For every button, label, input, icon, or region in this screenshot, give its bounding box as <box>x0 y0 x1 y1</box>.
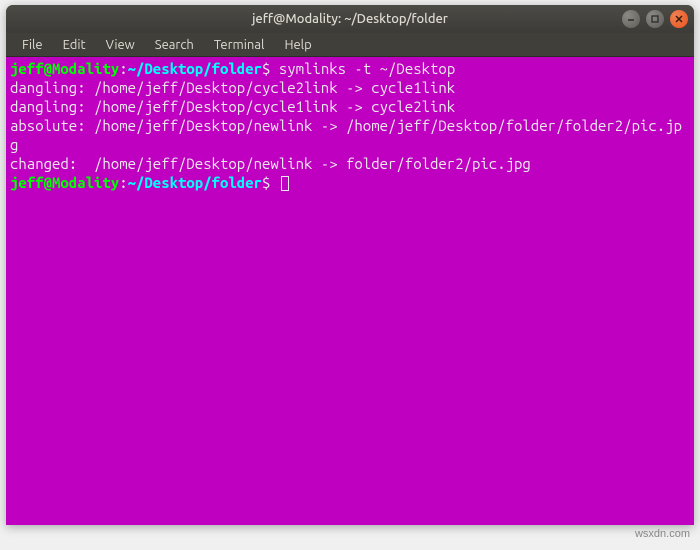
prompt-user-host: jeff@Modality <box>10 174 119 191</box>
menu-search[interactable]: Search <box>145 35 204 55</box>
prompt-path: ~/Desktop/folder <box>128 60 262 77</box>
output-line: changed: /home/jeff/Desktop/newlink -> f… <box>10 155 531 172</box>
output-line: absolute: /home/jeff/Desktop/newlink -> … <box>10 117 682 153</box>
prompt-sep2: $ <box>262 174 270 191</box>
menu-edit[interactable]: Edit <box>53 35 96 55</box>
maximize-icon <box>650 14 660 24</box>
prompt-path: ~/Desktop/folder <box>128 174 262 191</box>
terminal-area[interactable]: jeff@Modality:~/Desktop/folder$ symlinks… <box>6 57 694 525</box>
output-line: dangling: /home/jeff/Desktop/cycle2link … <box>10 79 455 96</box>
menu-help[interactable]: Help <box>274 35 321 55</box>
maximize-button[interactable] <box>646 10 664 28</box>
prompt-sep1: : <box>119 60 127 77</box>
close-button[interactable] <box>670 10 688 28</box>
command-text: symlinks -t ~/Desktop <box>279 60 455 77</box>
menu-terminal[interactable]: Terminal <box>204 35 275 55</box>
menu-view[interactable]: View <box>96 35 145 55</box>
watermark: wsxdn.com <box>635 528 690 540</box>
window-title: jeff@Modality: ~/Desktop/folder <box>6 12 694 26</box>
close-icon <box>674 14 684 24</box>
titlebar[interactable]: jeff@Modality: ~/Desktop/folder <box>6 5 694 33</box>
minimize-button[interactable] <box>622 10 640 28</box>
prompt-user-host: jeff@Modality <box>10 60 119 77</box>
window-controls <box>622 10 688 28</box>
minimize-icon <box>626 14 636 24</box>
terminal-window: jeff@Modality: ~/Desktop/folder File Edi… <box>6 5 694 525</box>
output-line: dangling: /home/jeff/Desktop/cycle1link … <box>10 98 455 115</box>
menu-file[interactable]: File <box>12 35 53 55</box>
menubar: File Edit View Search Terminal Help <box>6 33 694 57</box>
prompt-sep1: : <box>119 174 127 191</box>
cursor <box>281 176 289 191</box>
